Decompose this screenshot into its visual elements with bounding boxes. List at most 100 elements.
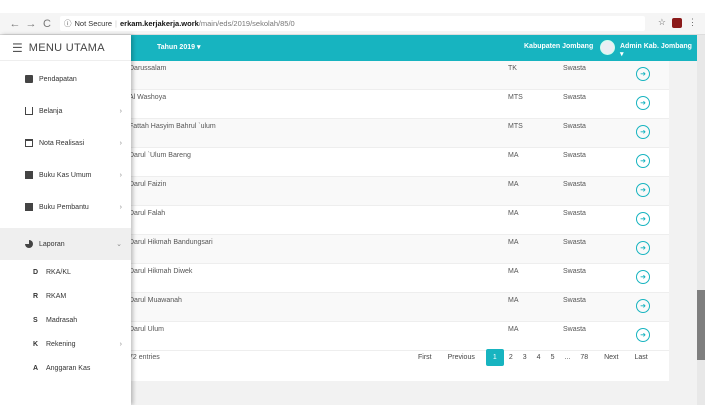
chevron-right-icon: › [119,203,122,211]
subitem-label: RKA/KL [46,268,71,276]
open-icon[interactable]: ➜ [636,125,650,139]
school-level: TK [508,65,517,72]
sidebar-item-label: Buku Pembantu [39,203,89,211]
table-row: Darul Falah MA Swasta ➜ [123,206,669,235]
scrollbar-thumb[interactable] [697,290,705,360]
sidebar-item-label: Nota Realisasi [39,139,85,147]
school-level: MA [508,210,519,217]
subitem-letter: S [33,316,38,324]
book-icon [25,203,33,211]
book-icon [25,171,33,179]
user-menu[interactable]: Admin Kab. Jombang ▾ [620,43,697,58]
page-1[interactable]: 1 [485,349,504,366]
school-name: Darul Muawanah [129,297,182,304]
open-icon[interactable]: ➜ [636,241,650,255]
school-name: Darul Ulum [129,326,165,333]
school-level: MA [508,297,519,304]
page-previous[interactable]: Previous [443,349,480,366]
info-icon: ⓘ [64,19,72,28]
subitem-rka-kl[interactable]: D RKA/KL [0,260,131,284]
sidebar-item-label: Pendapatan [39,75,77,83]
subitem-label: RKAM [46,292,67,300]
chevron-right-icon: › [119,139,122,147]
school-status: Swasta [563,210,586,217]
subitem-rkam[interactable]: R RKAM [0,284,131,308]
open-icon[interactable]: ➜ [636,96,650,110]
extension-icon[interactable] [672,17,682,28]
sidebar-item-belanja[interactable]: Belanja › [0,95,131,127]
chevron-down-icon: ⌄ [116,241,122,248]
page-4[interactable]: 4 [532,349,546,366]
year-dropdown[interactable]: Tahun 2019 ▾ [157,43,200,51]
school-name: Darul Falah [129,210,166,217]
sidebar: ☰ MENU UTAMA Pendapatan Belanja › Nota R… [0,35,131,405]
pagination: First Previous 1 2 3 4 5 ... 78 Next Las… [413,349,653,366]
open-icon[interactable]: ➜ [636,299,650,313]
star-icon[interactable]: ☆ [658,17,666,28]
school-status: Swasta [563,239,586,246]
reload-icon[interactable]: C [40,17,54,31]
school-level: MTS [508,94,523,101]
open-icon[interactable]: ➜ [636,183,650,197]
table-row: Darul Muawanah MA Swasta ➜ [123,293,669,322]
table-row: Al Washoya MTS Swasta ➜ [123,90,669,119]
chevron-right-icon: › [119,171,122,179]
page-2[interactable]: 2 [504,349,518,366]
document-icon [25,75,33,83]
sidebar-header: ☰ MENU UTAMA [0,35,131,61]
school-level: MA [508,268,519,275]
table-row: Darul `Ulum Bareng MA Swasta ➜ [123,148,669,177]
menu-title: MENU UTAMA [28,41,105,54]
forward-icon[interactable]: → [24,17,38,31]
school-name: Darul Faizin [129,181,167,188]
page-3[interactable]: 3 [518,349,532,366]
sidebar-item-label: Belanja [39,107,63,115]
open-icon[interactable]: ➜ [636,67,650,81]
security-label: Not Secure [74,19,113,28]
subitem-anggaran-kas[interactable]: A Anggaran Kas [0,356,131,380]
open-icon[interactable]: ➜ [636,212,650,226]
school-status: Swasta [563,181,586,188]
sidebar-item-label: Buku Kas Umum [39,171,92,179]
sidebar-item-label: Laporan [39,240,65,248]
school-status: Swasta [563,326,586,333]
subitem-label: Madrasah [46,316,78,324]
school-status: Swasta [563,268,586,275]
school-status: Swasta [563,65,586,72]
school-name: Darussalam [129,65,167,72]
page-5[interactable]: 5 [546,349,560,366]
school-level: MA [508,326,519,333]
subitem-rekening[interactable]: K Rekening › [0,332,131,356]
school-level: MA [508,152,519,159]
subitem-label: Anggaran Kas [46,364,91,372]
open-icon[interactable]: ➜ [636,328,650,342]
page-first[interactable]: First [413,349,437,366]
table-row: Darussalam TK Swasta ➜ [123,61,669,90]
subitem-madrasah[interactable]: S Madrasah [0,308,131,332]
open-icon[interactable]: ➜ [636,154,650,168]
table-row: Darul Hikmah Diwek MA Swasta ➜ [123,264,669,293]
sidebar-item-laporan[interactable]: Laporan ⌄ [0,228,131,260]
subitem-letter: D [33,268,39,276]
hamburger-icon[interactable]: ☰ [12,41,23,55]
school-level: MA [508,239,519,246]
page-next[interactable]: Next [599,349,623,366]
page-78[interactable]: 78 [575,349,593,366]
school-name: Al Washoya [129,94,167,101]
url-host: erkam.kerjakerja.work [119,19,199,28]
sidebar-item-buku-kas-umum[interactable]: Buku Kas Umum › [0,159,131,191]
sidebar-item-nota-realisasi[interactable]: Nota Realisasi › [0,127,131,159]
sidebar-item-pendapatan[interactable]: Pendapatan [0,63,131,95]
page-last[interactable]: Last [630,349,653,366]
subitem-letter: A [33,364,39,372]
school-status: Swasta [563,94,586,101]
school-name: Fattah Hasyim Bahrul `ulum [129,123,216,130]
open-icon[interactable]: ➜ [636,270,650,284]
school-name: Darul Hikmah Diwek [129,268,193,275]
more-icon[interactable]: ⋮ [688,17,697,28]
sidebar-item-buku-pembantu[interactable]: Buku Pembantu › [0,191,131,223]
back-icon[interactable]: ← [8,17,22,31]
school-level: MA [508,181,519,188]
address-bar[interactable]: ⓘ Not Secure | erkam.kerjakerja.work /ma… [60,16,645,31]
avatar[interactable] [600,40,615,55]
